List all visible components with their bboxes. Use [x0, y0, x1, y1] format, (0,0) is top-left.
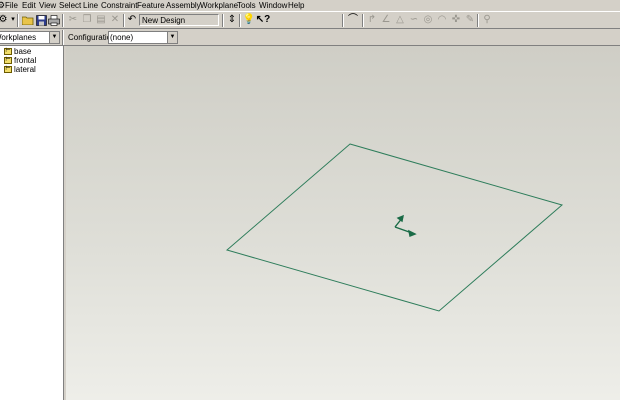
menu-assembly[interactable]: Assembly [166, 0, 201, 11]
delete-icon[interactable]: ✕ [108, 13, 122, 27]
workplane-icon: ⊢ [4, 66, 12, 73]
bulb-icon[interactable]: 💡 [242, 13, 256, 27]
help-pointer-icon[interactable]: ↖? [256, 13, 271, 27]
main-toolbar: ⚙ ▾ ✂ ❐ ▤ ✕ ↶ New Design ⇕ 💡 ↖? ⌒ ↱ ∠ △ … [0, 11, 620, 29]
menu-constraint[interactable]: Constraint [101, 0, 137, 11]
workplanes-dropdown-value: Workplanes [0, 33, 37, 42]
tree-item-label: frontal [14, 56, 37, 65]
redraw-icon[interactable]: ⌒ [346, 13, 360, 27]
configuration-dropdown[interactable]: (none) ▼ [108, 31, 178, 44]
tree-item-label: lateral [14, 65, 36, 74]
arc-tool-icon[interactable]: ◠ [435, 13, 449, 27]
workplane-icon: ⊢ [4, 57, 12, 64]
menu-select[interactable]: Select [59, 0, 81, 11]
line-tool-icon[interactable]: ↱ [365, 13, 379, 27]
workplane-axes-icon [394, 214, 417, 237]
print-icon[interactable] [47, 13, 61, 27]
toolbar-separator [222, 14, 224, 27]
chevron-down-icon[interactable]: ▼ [167, 32, 177, 43]
toolbar-separator [477, 14, 479, 27]
curve-tool-icon[interactable]: ∽ [407, 13, 421, 27]
toolbar-separator [362, 14, 364, 27]
workplanes-dropdown[interactable]: Workplanes ▼ [0, 31, 60, 44]
workplane-icon: ⊢ [4, 48, 12, 55]
circle-tool-icon[interactable]: ◎ [421, 13, 435, 27]
configuration-dropdown-value: (none) [110, 33, 134, 42]
chevron-down-icon[interactable]: ▼ [49, 32, 59, 43]
cut-icon[interactable]: ✂ [66, 13, 80, 27]
toolbar-separator [62, 14, 64, 27]
menu-feature[interactable]: Feature [137, 0, 165, 11]
menu-workplane[interactable]: Workplane [200, 0, 238, 11]
triangle-tool-icon[interactable]: △ [393, 13, 407, 27]
viewport-canvas [225, 143, 564, 312]
toolbar-separator [17, 14, 19, 27]
toolbar-separator [342, 14, 344, 27]
menu-view[interactable]: View [39, 0, 56, 11]
zoom-icon[interactable]: ⚲ [480, 13, 494, 27]
design-viewport[interactable] [66, 46, 620, 400]
open-folder-icon[interactable] [21, 13, 35, 27]
tree-item-frontal[interactable]: ⊢ frontal [4, 56, 36, 65]
point-tool-icon[interactable]: ✜ [449, 13, 463, 27]
menu-edit[interactable]: Edit [22, 0, 36, 11]
toolbar-separator [62, 30, 64, 45]
angle-tool-icon[interactable]: ∠ [379, 13, 393, 27]
tree-item-base[interactable]: ⊢ base [4, 47, 31, 56]
save-icon[interactable] [34, 13, 48, 27]
menu-help[interactable]: Help [288, 0, 304, 11]
undo-icon[interactable]: ↶ [125, 13, 139, 27]
paste-icon[interactable]: ▤ [94, 13, 108, 27]
menu-line[interactable]: Line [83, 0, 98, 11]
menu-tools[interactable]: Tools [237, 0, 256, 11]
copy-icon[interactable]: ❐ [80, 13, 94, 27]
menu-window[interactable]: Window [259, 0, 287, 11]
tree-item-lateral[interactable]: ⊢ lateral [4, 65, 36, 74]
workplane-outline[interactable] [225, 143, 564, 312]
design-name-field[interactable]: New Design [139, 14, 219, 26]
workplane-tree: ⊢ base ⊢ frontal ⊢ lateral [0, 46, 64, 400]
pen-tool-icon[interactable]: ✎ [463, 13, 477, 27]
menu-file[interactable]: File [5, 0, 18, 11]
selector-toolbar: Workplanes ▼ Configuration: (none) ▼ [0, 29, 620, 46]
tree-item-label: base [14, 47, 32, 56]
level-icon[interactable]: ⇕ [225, 13, 239, 27]
toolbar-separator [239, 14, 241, 27]
menu-bar: ⚙ File Edit View Select Line Constraint … [0, 0, 620, 11]
